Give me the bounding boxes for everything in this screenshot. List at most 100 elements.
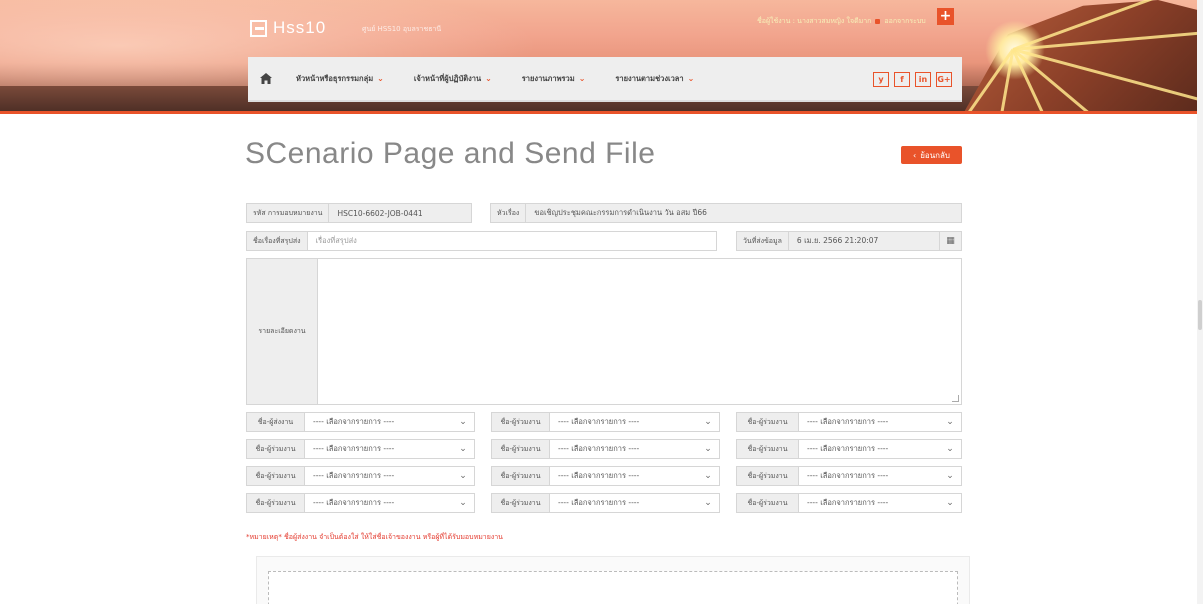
nav-item-label: หัวหน้าหรือธุรกรรมกลุ่ม (296, 73, 374, 83)
calendar-icon[interactable]: ▦ (939, 232, 961, 250)
coworker-select-group: ชื่อ-ผู้ร่วมงาน ---- เลือกจากรายการ ----… (246, 493, 475, 513)
user-info: ชื่อผู้ใช้งาน : นางสาวสมหญิง ใจดีมาก ออก… (757, 16, 926, 27)
chevron-down-icon: ⌄ (377, 74, 384, 83)
coworker-label: ชื่อ-ผู้ร่วมงาน (492, 413, 550, 431)
subject-field: ขอเชิญประชุมคณะกรรมการดำเนินงาน วัน อสม … (526, 204, 961, 222)
home-icon[interactable] (248, 56, 284, 101)
chevron-down-icon[interactable]: ⌄ (452, 440, 474, 458)
coworker-select-group: ชื่อ-ผู้ร่วมงาน ---- เลือกจากรายการ ----… (736, 439, 962, 459)
back-button[interactable]: ‹ ย้อนกลับ (901, 146, 962, 164)
coworker-select-group: ชื่อ-ผู้ร่วมงาน ---- เลือกจากรายการ ----… (491, 493, 720, 513)
chevron-down-icon: ⌄ (485, 74, 492, 83)
send-date-field[interactable]: 6 เม.ย. 2566 21:20:07 (788, 232, 939, 250)
facebook-icon[interactable]: f (894, 72, 910, 87)
summary-input[interactable]: เรื่องที่สรุปส่ง (307, 232, 716, 250)
coworker-select[interactable]: ---- เลือกจากรายการ ---- (550, 440, 697, 458)
nav-item-label: เจ้าหน้าที่ผู้ปฏิบัติงาน (413, 73, 482, 83)
coworker-select-group: ชื่อ-ผู้ร่วมงาน ---- เลือกจากรายการ ----… (491, 439, 720, 459)
chevron-left-icon: ‹ (913, 150, 917, 160)
nav-item-label: รายงานภาพรวม (521, 73, 575, 83)
coworker-label: ชื่อ-ผู้ร่วมงาน (492, 494, 550, 512)
coworker-select-group: ชื่อ-ผู้ร่วมงาน ---- เลือกจากรายการ ----… (246, 466, 475, 486)
coworker-select[interactable]: ---- เลือกจากรายการ ---- (799, 413, 939, 431)
logout-link[interactable]: ออกจากระบบ (884, 16, 925, 27)
logo-icon (250, 19, 267, 37)
coworker-label: ชื่อ-ผู้ร่วมงาน (492, 467, 550, 485)
job-code-field: HSC10-6602-JOB-0441 (329, 204, 471, 222)
chevron-down-icon[interactable]: ⌄ (697, 413, 719, 431)
chevron-down-icon[interactable]: ⌄ (697, 467, 719, 485)
coworker-label: ชื่อ-ผู้ร่วมงาน (737, 494, 799, 512)
chevron-down-icon[interactable]: ⌄ (452, 467, 474, 485)
nav-item-label: รายงานตามช่วงเวลา (615, 73, 684, 83)
send-date-group: วันที่ส่งข้อมูล 6 เม.ย. 2566 21:20:07 ▦ (736, 231, 962, 251)
subject-group: หัวเรื่อง ขอเชิญประชุมคณะกรรมการดำเนินงา… (490, 203, 962, 223)
scrollbar-thumb[interactable] (1198, 300, 1202, 330)
required-note: *หมายเหตุ* ชื่อผู้ส่งงาน จำเป็นต้องใส่ ใ… (246, 533, 503, 541)
detail-textarea[interactable] (318, 259, 961, 404)
detail-label: รายละเอียดงาน (247, 259, 318, 404)
social-links: y f in G+ (873, 72, 952, 87)
coworker-select[interactable]: ---- เลือกจากรายการ ---- (305, 494, 452, 512)
coworker-select-group: ชื่อ-ผู้ร่วมงาน ---- เลือกจากรายการ ----… (491, 466, 720, 486)
coworker-label: ชื่อ-ผู้ร่วมงาน (492, 440, 550, 458)
chevron-down-icon: ⌄ (578, 74, 586, 83)
coworker-label: ชื่อ-ผู้ร่วมงาน (247, 467, 305, 485)
coworker-select-group: ชื่อ-ผู้ร่วมงาน ---- เลือกจากรายการ ----… (491, 412, 720, 432)
file-dropzone[interactable] (268, 571, 958, 604)
coworker-select[interactable]: ---- เลือกจากรายการ ---- (305, 440, 452, 458)
chevron-down-icon: ⌄ (687, 74, 695, 83)
coworker-select[interactable]: ---- เลือกจากรายการ ---- (550, 467, 697, 485)
coworker-label: ชื่อ-ผู้ร่วมงาน (737, 440, 799, 458)
user-greeting: ชื่อผู้ใช้งาน : นางสาวสมหญิง ใจดีมาก (757, 17, 872, 25)
coworker-label: ชื่อ-ผู้ร่วมงาน (737, 413, 799, 431)
detail-group: รายละเอียดงาน (246, 258, 962, 405)
chevron-down-icon[interactable]: ⌄ (939, 467, 961, 485)
chevron-down-icon[interactable]: ⌄ (697, 440, 719, 458)
nav-item-overview-report[interactable]: รายงานภาพรวม ⌄ (504, 56, 598, 101)
coworker-select[interactable]: ---- เลือกจากรายการ ---- (550, 494, 697, 512)
logo[interactable]: Hss10 (250, 18, 326, 38)
sender-label: ชื่อ-ผู้ส่งงาน (247, 413, 305, 431)
page: Hss10 ศูนย์ HSS10 อุบลราชธานี ชื่อผู้ใช้… (0, 0, 1203, 604)
send-date-label: วันที่ส่งข้อมูล (737, 232, 789, 250)
chevron-down-icon[interactable]: ⌄ (939, 494, 961, 512)
nav-item-period-report[interactable]: รายงานตามช่วงเวลา ⌄ (597, 56, 706, 101)
coworker-select[interactable]: ---- เลือกจากรายการ ---- (799, 440, 939, 458)
coworker-select-group: ชื่อ-ผู้ร่วมงาน ---- เลือกจากรายการ ----… (736, 466, 962, 486)
linkedin-icon[interactable]: in (915, 72, 931, 87)
nav-item-group-head[interactable]: หัวหน้าหรือธุรกรรมกลุ่ม ⌄ (284, 56, 396, 101)
chevron-down-icon[interactable]: ⌄ (939, 413, 961, 431)
chevron-down-icon[interactable]: ⌄ (939, 440, 961, 458)
summary-group: ชื่อเรื่องที่สรุปส่ง เรื่องที่สรุปส่ง (246, 231, 717, 251)
main-navbar: หัวหน้าหรือธุรกรรมกลุ่ม ⌄ เจ้าหน้าที่ผู้ป… (248, 57, 962, 102)
coworker-select[interactable]: ---- เลือกจากรายการ ---- (550, 413, 697, 431)
nav-item-staff[interactable]: เจ้าหน้าที่ผู้ปฏิบัติงาน ⌄ (396, 56, 504, 101)
coworker-label: ชื่อ-ผู้ร่วมงาน (737, 467, 799, 485)
coworker-select-group: ชื่อ-ผู้ร่วมงาน ---- เลือกจากรายการ ----… (736, 493, 962, 513)
google-plus-icon[interactable]: G+ (936, 72, 952, 87)
coworker-label: ชื่อ-ผู้ร่วมงาน (247, 440, 305, 458)
logo-subtitle: ศูนย์ HSS10 อุบลราชธานี (362, 25, 442, 33)
chevron-down-icon[interactable]: ⌄ (452, 494, 474, 512)
page-scrollbar[interactable] (1197, 0, 1203, 604)
sender-select-group: ชื่อ-ผู้ส่งงาน ---- เลือกจากรายการ ---- … (246, 412, 475, 432)
logout-icon (875, 19, 881, 24)
subject-label: หัวเรื่อง (491, 204, 527, 222)
coworker-select-group: ชื่อ-ผู้ร่วมงาน ---- เลือกจากรายการ ----… (736, 412, 962, 432)
youtube-icon[interactable]: y (873, 72, 889, 87)
back-button-label: ย้อนกลับ (920, 150, 950, 160)
sender-select[interactable]: ---- เลือกจากรายการ ---- (305, 413, 452, 431)
job-code-label: รหัส การมอบหมายงาน (247, 204, 330, 222)
coworker-label: ชื่อ-ผู้ร่วมงาน (247, 494, 305, 512)
coworker-select[interactable]: ---- เลือกจากรายการ ---- (799, 467, 939, 485)
coworker-select[interactable]: ---- เลือกจากรายการ ---- (799, 494, 939, 512)
logo-text: Hss10 (273, 18, 327, 37)
coworker-select-group: ชื่อ-ผู้ร่วมงาน ---- เลือกจากรายการ ----… (246, 439, 475, 459)
job-code-group: รหัส การมอบหมายงาน HSC10-6602-JOB-0441 (246, 203, 472, 223)
chevron-down-icon[interactable]: ⌄ (697, 494, 719, 512)
add-button[interactable]: + (937, 8, 954, 25)
coworker-select[interactable]: ---- เลือกจากรายการ ---- (305, 467, 452, 485)
summary-label: ชื่อเรื่องที่สรุปส่ง (247, 232, 308, 250)
chevron-down-icon[interactable]: ⌄ (452, 413, 474, 431)
